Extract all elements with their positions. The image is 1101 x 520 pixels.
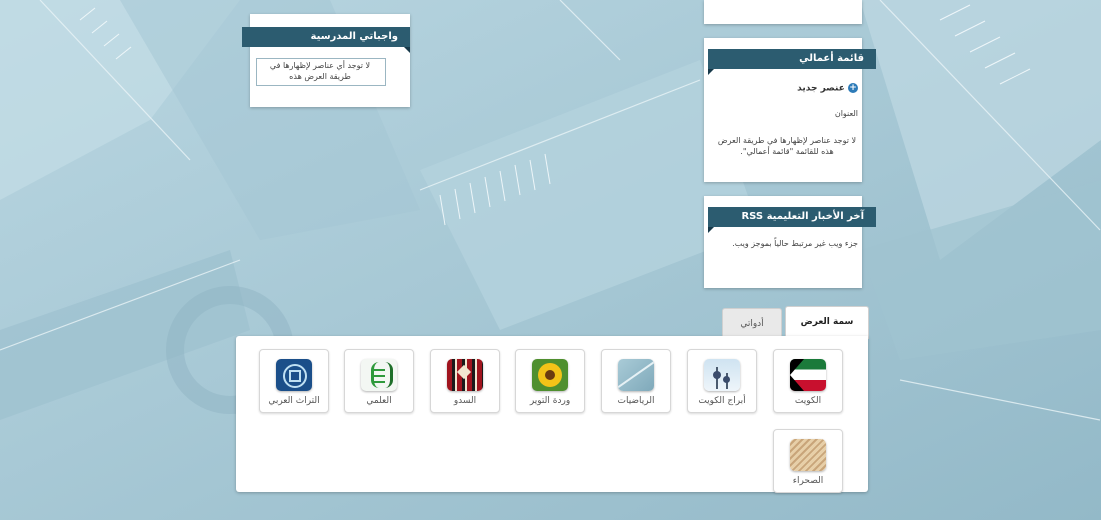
- theme-kuwait[interactable]: الكويت: [773, 349, 843, 413]
- kuwait-flag-icon: [790, 359, 826, 391]
- theme-label: الرياضيات: [617, 396, 655, 406]
- desert-icon: [790, 439, 826, 471]
- theme-label: العلمي: [366, 396, 392, 406]
- sunflower-icon: [532, 359, 568, 391]
- tab-my-tools[interactable]: أدواتي: [722, 308, 782, 338]
- kuwait-towers-icon: [704, 359, 740, 391]
- theme-desert[interactable]: الصحراء: [773, 429, 843, 493]
- new-item-label[interactable]: عنصر جديد: [797, 84, 845, 94]
- math-icon: [618, 359, 654, 391]
- theme-label: التراث العربي: [268, 396, 320, 406]
- theme-label: الكويت: [794, 396, 822, 406]
- add-icon[interactable]: +: [848, 83, 858, 93]
- my-tasks-title: قائمة أعمالي: [708, 49, 876, 75]
- dna-icon: [361, 359, 397, 391]
- theme-label: الصحراء: [792, 476, 824, 486]
- sadu-pattern-icon: [447, 359, 483, 391]
- theme-label: أبراج الكويت: [698, 396, 746, 406]
- school-duties-empty-text: لا توجد أي عناصر لإظهارها في طريقة العرض…: [269, 61, 371, 81]
- theme-label: وردة التوير: [529, 396, 571, 406]
- top-panel: [704, 0, 862, 24]
- rss-title: آخر الأخبار التعليمية RSS: [708, 207, 876, 233]
- tab-display-theme[interactable]: سمة العرض: [785, 306, 869, 339]
- arabic-heritage-icon: [276, 359, 312, 391]
- theme-mathematics[interactable]: الرياضيات: [601, 349, 671, 413]
- theme-sadu[interactable]: السدو: [430, 349, 500, 413]
- theme-arabic-heritage[interactable]: التراث العربي: [259, 349, 329, 413]
- theme-sunflower[interactable]: وردة التوير: [515, 349, 585, 413]
- my-tasks-empty-text: لا توجد عناصر لإظهارها في طريقة العرض هذ…: [717, 136, 857, 156]
- new-item-link[interactable]: + عنصر جديد: [760, 83, 858, 97]
- tasks-column-title[interactable]: العنوان: [780, 108, 858, 119]
- theme-kuwait-towers[interactable]: أبراج الكويت: [687, 349, 757, 413]
- school-duties-title: واجباتي المدرسية: [242, 27, 410, 53]
- theme-scientific[interactable]: العلمي: [344, 349, 414, 413]
- rss-text: جزء ويب غير مرتبط حالياً بموجز ويب.: [732, 239, 858, 248]
- theme-label: السدو: [453, 396, 477, 406]
